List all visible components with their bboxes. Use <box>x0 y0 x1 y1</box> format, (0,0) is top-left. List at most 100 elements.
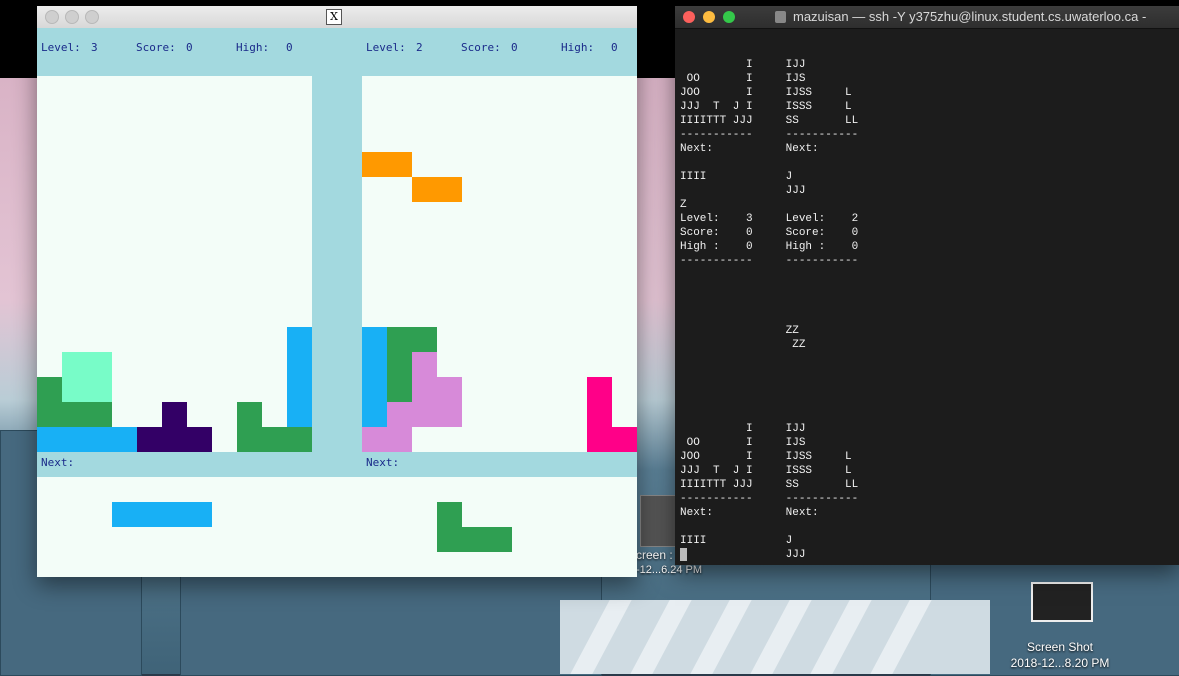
zoom-button[interactable] <box>85 10 99 24</box>
block-J <box>237 427 262 452</box>
block-I <box>362 352 387 377</box>
block-O <box>62 377 87 402</box>
block-J <box>487 527 512 552</box>
block-S <box>412 352 437 377</box>
block-S <box>387 402 412 427</box>
block-L <box>587 402 612 427</box>
block-I <box>287 352 312 377</box>
block-T <box>162 427 187 452</box>
block-J <box>262 427 287 452</box>
crosswalk <box>560 600 990 674</box>
terminal-line: JJJ T J I ISSS L <box>680 465 852 477</box>
block-Z <box>437 177 462 202</box>
block-I <box>112 502 137 527</box>
terminal-line: ----------- ----------- <box>680 255 859 267</box>
p2-high-value: 0 <box>611 41 618 54</box>
block-O <box>87 352 112 377</box>
terminal-output[interactable]: I IJJ OO I IJS JOO I IJSS L JJJ T J I ISSS… <box>680 58 1175 562</box>
terminal-line: ----------- ----------- <box>680 493 859 505</box>
terminal-line: IIII J <box>680 171 793 183</box>
p1-score-value: 0 <box>186 41 193 54</box>
desktop-icon-label: creen : <box>636 548 673 562</box>
block-I <box>162 502 187 527</box>
p1-high-value: 0 <box>286 41 293 54</box>
x11-icon: X <box>326 9 342 25</box>
block-S <box>387 427 412 452</box>
home-folder-icon <box>775 11 786 23</box>
minimize-button[interactable] <box>65 10 79 24</box>
p1-score-label: Score: <box>136 41 176 54</box>
p2-level-value: 2 <box>416 41 423 54</box>
p2-high-label: High: <box>561 41 595 54</box>
block-S <box>412 402 437 427</box>
terminal-line: JJJ T J I ISSS L <box>680 101 852 113</box>
terminal-line: Next: Next: <box>680 143 819 155</box>
screenshot-thumbnail[interactable] <box>640 495 677 547</box>
close-button[interactable] <box>683 11 695 23</box>
terminal-title: mazuisan — ssh -Y y375zhu@linux.student.… <box>793 9 1147 24</box>
score-bar <box>37 28 637 76</box>
p2-level-label: Level: <box>366 41 406 54</box>
block-I <box>362 327 387 352</box>
block-J <box>462 527 487 552</box>
desktop-icon-label[interactable]: Screen Shot <box>1000 640 1120 654</box>
close-button[interactable] <box>45 10 59 24</box>
block-Z <box>362 152 387 177</box>
block-I <box>62 427 87 452</box>
terminal-line: ZZ <box>680 325 799 337</box>
terminal-line: Next: Next: <box>680 507 819 519</box>
zoom-button[interactable] <box>723 11 735 23</box>
block-T <box>187 427 212 452</box>
next-bar <box>37 452 637 477</box>
block-L <box>587 427 612 452</box>
terminal-line: I IJJ <box>680 423 806 435</box>
block-S <box>437 402 462 427</box>
block-J <box>412 327 437 352</box>
terminal-line: IIIITTT JJJ SS LL <box>680 479 859 491</box>
terminal-line: High : 0 High : 0 <box>680 241 859 253</box>
terminal-line: JOO I IJSS L <box>680 451 852 463</box>
block-Z <box>412 177 437 202</box>
minimize-button[interactable] <box>703 11 715 23</box>
block-J <box>87 402 112 427</box>
block-T <box>137 427 162 452</box>
p2-score-label: Score: <box>461 41 501 54</box>
window-titlebar[interactable]: mazuisan — ssh -Y y375zhu@linux.student.… <box>675 6 1179 29</box>
block-J <box>62 402 87 427</box>
block-I <box>287 402 312 427</box>
desktop-icon-date: -12...6.24 PM <box>636 564 703 576</box>
terminal-line: OO I IJS <box>680 73 806 85</box>
block-J <box>287 427 312 452</box>
board-divider <box>312 76 362 452</box>
block-I <box>87 427 112 452</box>
block-O <box>87 377 112 402</box>
block-S <box>437 377 462 402</box>
terminal-line: JJJ <box>680 549 806 561</box>
terminal-line: Level: 3 Level: 2 <box>680 213 859 225</box>
block-I <box>362 377 387 402</box>
block-J <box>237 402 262 427</box>
terminal-line: JOO I IJSS L <box>680 87 852 99</box>
p1-level-value: 3 <box>91 41 98 54</box>
block-S <box>412 377 437 402</box>
block-I <box>37 427 62 452</box>
terminal-window: mazuisan — ssh -Y y375zhu@linux.student.… <box>675 6 1179 565</box>
block-I <box>187 502 212 527</box>
block-I <box>362 402 387 427</box>
block-J <box>387 352 412 377</box>
terminal-line: OO I IJS <box>680 437 806 449</box>
window-titlebar[interactable]: X <box>37 6 637 29</box>
block-L <box>587 377 612 402</box>
screenshot-thumbnail[interactable] <box>1031 582 1093 622</box>
block-J <box>37 402 62 427</box>
block-J <box>37 377 62 402</box>
block-I <box>137 502 162 527</box>
